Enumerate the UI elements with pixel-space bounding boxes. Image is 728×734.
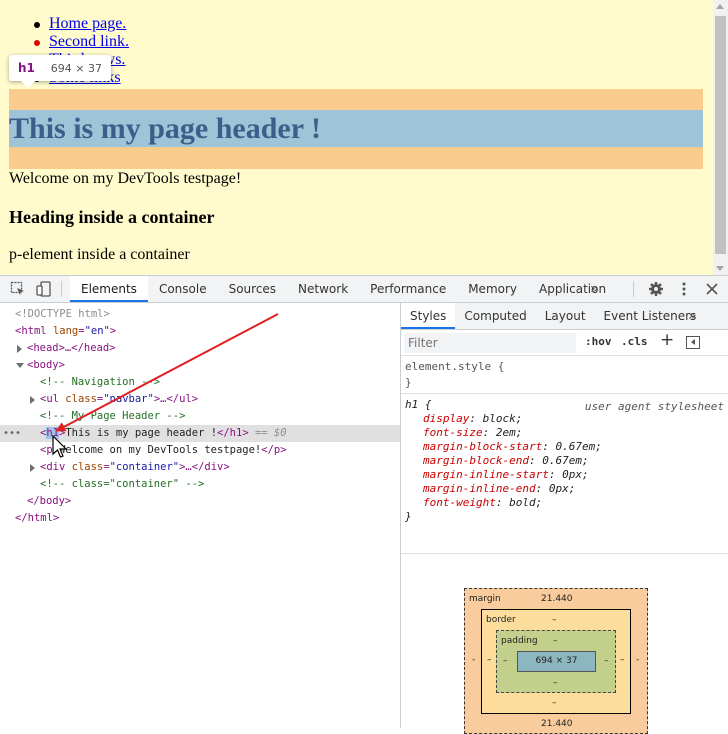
main-tabs: Elements Console Sources Network Perform…	[70, 276, 617, 302]
tab-elements[interactable]: Elements	[70, 276, 148, 302]
rule-source: user agent stylesheet	[584, 400, 724, 413]
html-close-tag: </html>	[15, 512, 60, 524]
page-viewport: Home page. Second link. Third news. Some…	[0, 0, 728, 275]
border-left-value[interactable]: –	[487, 655, 492, 665]
box-model-diagram: margin 21.440 21.440 - - border – – – – …	[401, 554, 728, 734]
nav-link-home[interactable]: Home page.	[49, 15, 126, 32]
css-prop-margin-block-end: margin-block-end: 0.67em;	[423, 454, 589, 467]
container-heading: Heading inside a container	[9, 207, 215, 227]
subtab-layout[interactable]: Layout	[536, 303, 595, 329]
border-bottom-value[interactable]: –	[552, 698, 557, 708]
nav-item-second: Second link.	[34, 33, 129, 51]
border-top-value[interactable]: –	[552, 615, 557, 625]
styles-panel: Styles Computed Layout Event Listeners »…	[401, 303, 728, 734]
subtab-computed[interactable]: Computed	[455, 303, 535, 329]
close-icon[interactable]	[704, 281, 720, 297]
scroll-thumb[interactable]	[715, 16, 726, 254]
tab-performance[interactable]: Performance	[359, 276, 457, 302]
padding-right-value[interactable]: –	[604, 656, 609, 666]
margin-label: margin	[469, 594, 501, 604]
tab-console[interactable]: Console	[148, 276, 218, 302]
devtools-panel: Elements Console Sources Network Perform…	[0, 275, 728, 734]
nav-link-second[interactable]: Second link.	[49, 33, 129, 50]
margin-left-value[interactable]: -	[472, 655, 475, 665]
toolbar-separator	[633, 281, 634, 297]
annotation-arrow-icon	[55, 313, 279, 432]
cls-toggle-button[interactable]: .cls	[621, 335, 648, 348]
more-tabs-button[interactable]: »	[590, 276, 599, 302]
tooltip-size: 694 × 37	[50, 62, 102, 75]
kebab-menu-icon[interactable]	[676, 281, 692, 297]
css-prop-display: display: block;	[423, 412, 523, 425]
scroll-up-icon[interactable]	[716, 4, 724, 9]
subtab-styles[interactable]: Styles	[401, 303, 456, 329]
margin-bottom-value[interactable]: 21.440	[541, 719, 573, 729]
new-rule-button[interactable]: +	[660, 330, 674, 350]
inspect-icon[interactable]	[10, 281, 26, 297]
css-prop-margin-inline-end: margin-inline-end: 0px;	[423, 482, 576, 495]
more-subtabs-button[interactable]: »	[688, 303, 697, 329]
element-style-selector: element.style {	[405, 360, 505, 373]
css-prop-font-weight: font-weight: bold;	[423, 496, 543, 509]
border-label: border	[486, 615, 516, 625]
padding-label: padding	[501, 636, 538, 646]
padding-top-value[interactable]: –	[553, 636, 558, 646]
toggle-sidebar-icon[interactable]	[686, 336, 700, 349]
scroll-down-icon[interactable]	[716, 266, 724, 271]
margin-right-value[interactable]: -	[636, 655, 639, 665]
tab-network[interactable]: Network	[287, 276, 359, 302]
tooltip-tag: h1	[18, 61, 35, 75]
page-scrollbar[interactable]	[713, 0, 728, 275]
devtools-tabbar: Elements Console Sources Network Perform…	[0, 276, 728, 303]
box-model-content[interactable]: 694 × 37	[517, 651, 596, 672]
settings-icon[interactable]	[648, 281, 664, 297]
toolbar-separator	[61, 281, 62, 297]
element-style-rule[interactable]: element.style { }	[401, 356, 728, 394]
user-agent-rule: h1 { user agent stylesheet display: bloc…	[401, 394, 728, 554]
border-right-value[interactable]: –	[620, 655, 625, 665]
padding-left-value[interactable]: –	[503, 656, 508, 666]
css-prop-font-size: font-size: 2em;	[423, 426, 523, 439]
elements-tree: <!DOCTYPE html> <html lang="en"> <head>……	[0, 303, 401, 728]
margin-top-value[interactable]: 21.440	[541, 594, 573, 604]
tab-memory[interactable]: Memory	[457, 276, 528, 302]
css-prop-margin-block-start: margin-block-start: 0.67em;	[423, 440, 602, 453]
container-paragraph: p-element inside a container	[9, 246, 190, 263]
element-style-close: }	[405, 376, 412, 389]
welcome-text: Welcome on my DevTools testpage!	[9, 170, 242, 187]
rule-selector: h1 {	[405, 398, 432, 411]
hov-toggle-button[interactable]: :hov	[585, 335, 612, 348]
css-prop-margin-inline-start: margin-inline-start: 0px;	[423, 468, 589, 481]
tab-application[interactable]: Application	[528, 276, 617, 302]
styles-subtabs: Styles Computed Layout Event Listeners	[401, 303, 728, 330]
nav-item-home: Home page.	[34, 15, 129, 33]
mouse-cursor-icon	[52, 435, 68, 458]
device-toolbar-icon[interactable]	[36, 281, 52, 297]
rule-close: }	[405, 510, 412, 523]
styles-filter-row: :hov .cls +	[401, 330, 728, 356]
dom-html-close[interactable]: </html>	[0, 510, 400, 527]
inspect-tooltip: h1 694 × 37	[9, 55, 111, 88]
styles-filter-input[interactable]	[404, 333, 576, 353]
padding-bottom-value[interactable]: –	[553, 678, 558, 688]
tab-sources[interactable]: Sources	[218, 276, 287, 302]
page-header: This is my page header !	[9, 112, 321, 145]
